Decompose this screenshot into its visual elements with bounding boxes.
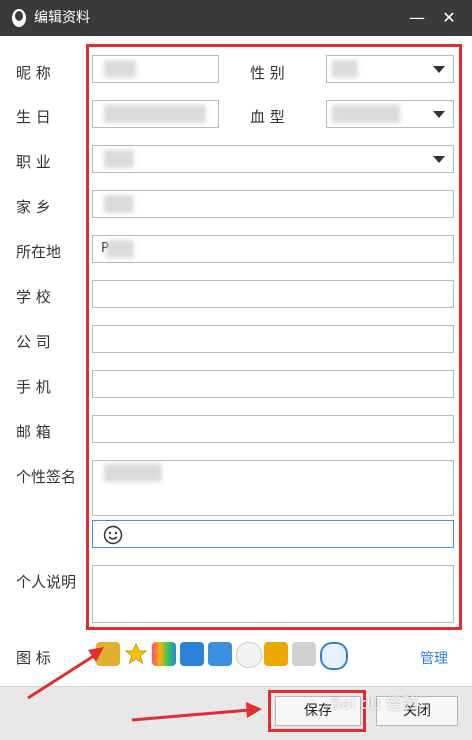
edit-profile-window: 编辑资料 — ✕ 昵 称 性 别 生 日 血 型 职 业 家 乡 所在地 学 校…: [0, 0, 472, 740]
baidu-watermark: Bai du 经验: [330, 694, 418, 713]
annotation-arrows: [27, 647, 262, 722]
